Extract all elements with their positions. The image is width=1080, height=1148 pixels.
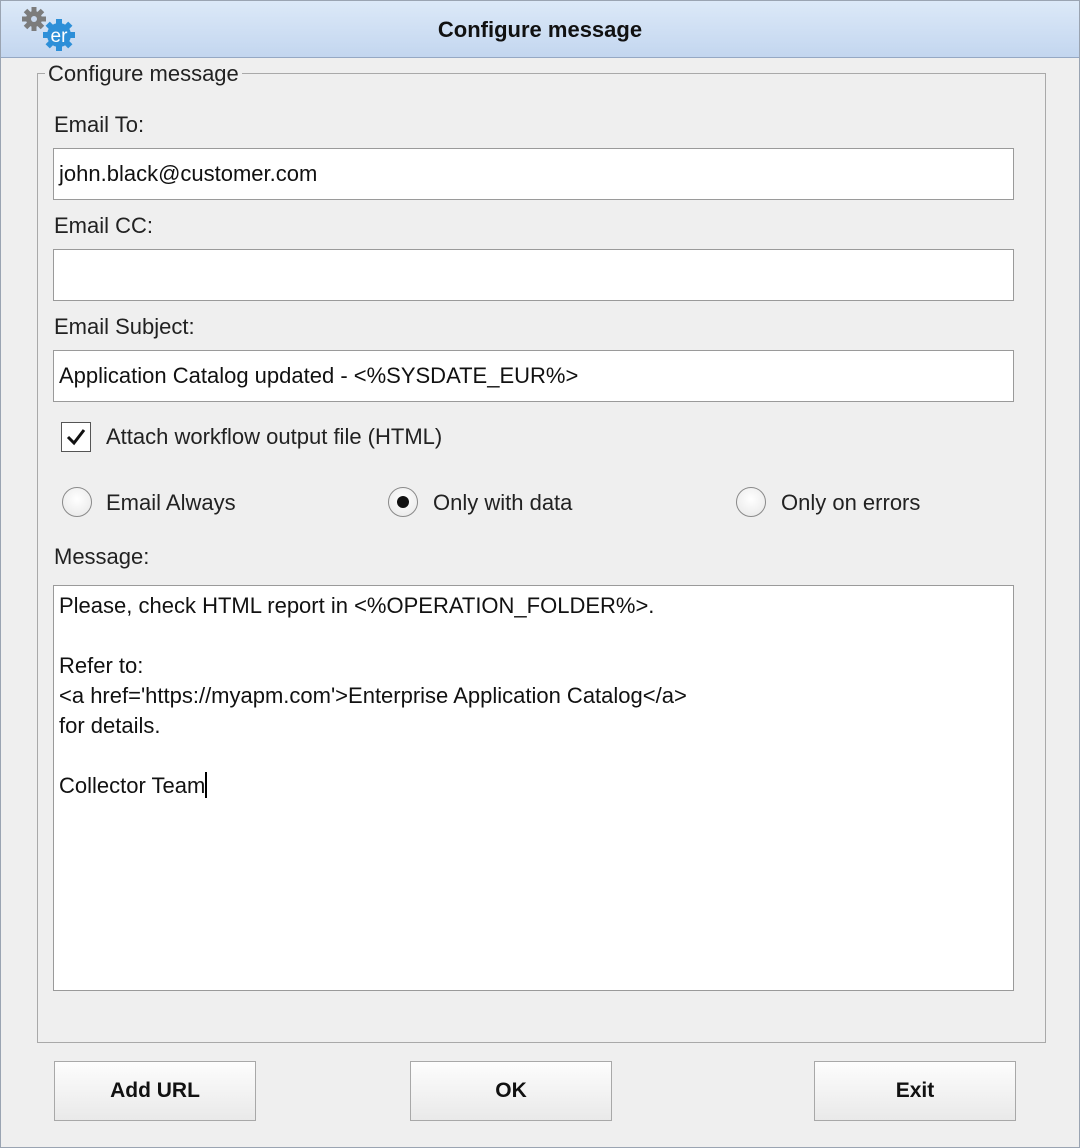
checkmark-icon [66,429,86,446]
message-textarea[interactable]: Please, check HTML report in <%OPERATION… [53,585,1014,991]
radio-only-on-errors[interactable] [736,487,766,517]
email-subject-label: Email Subject: [54,314,195,339]
message-line-text: Collector Team [59,773,206,798]
email-to-field[interactable]: john.black@customer.com [53,148,1014,200]
message-line [59,741,1008,771]
exit-button[interactable]: Exit [814,1061,1016,1121]
message-line [59,621,1008,651]
radio-email-always[interactable] [62,487,92,517]
radio-only-with-data[interactable] [388,487,418,517]
email-subject-field[interactable]: Application Catalog updated - <%SYSDATE_… [53,350,1014,402]
message-label: Message: [54,544,150,569]
text-caret [205,772,208,798]
ok-button[interactable]: OK [410,1061,612,1121]
message-line: Please, check HTML report in <%OPERATION… [59,593,655,618]
message-line: <a href='https://myapm.com'>Enterprise A… [59,683,687,708]
email-cc-label: Email CC: [54,213,154,238]
message-line: for details. [59,713,161,738]
window-title: Configure message [437,17,643,42]
message-line: Refer to: [59,653,144,678]
attach-output-label[interactable]: Attach workflow output file (HTML) [106,424,442,450]
radio-only-with-data-label[interactable]: Only with data [433,490,572,516]
group-legend: Configure message [45,61,242,87]
radio-email-always-label[interactable]: Email Always [106,490,236,516]
radio-selected-dot [397,496,409,508]
message-line-last: Collector Team [59,771,1008,801]
configure-message-window: er Configure message Configure message E… [0,0,1080,1148]
email-to-label: Email To: [54,112,145,137]
attach-output-checkbox[interactable] [61,422,91,452]
add-url-button[interactable]: Add URL [54,1061,256,1121]
email-cc-field[interactable] [53,249,1014,301]
title-bar: er Configure message [1,1,1079,58]
radio-only-on-errors-label[interactable]: Only on errors [781,490,920,516]
